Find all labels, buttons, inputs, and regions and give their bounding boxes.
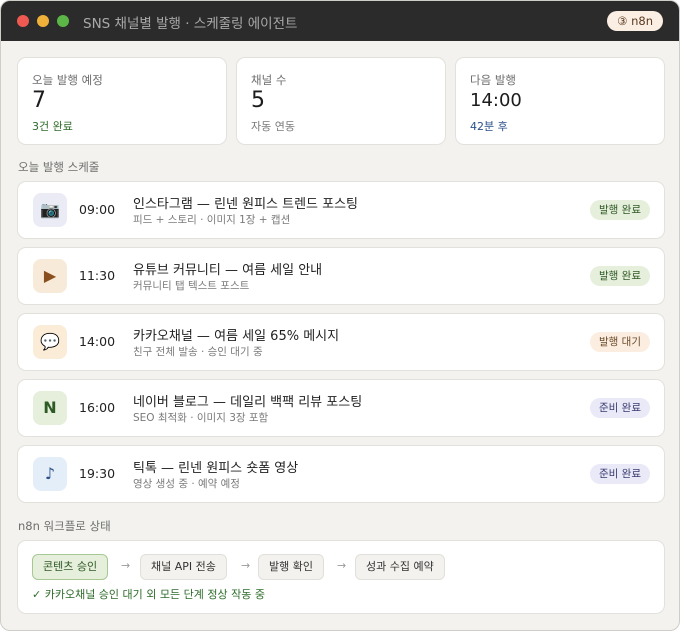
camera-icon: 📷: [33, 193, 67, 227]
schedule-title: 유튜브 커뮤니티 — 여름 세일 안내: [133, 263, 323, 278]
schedule-heading: 오늘 발행 스케줄: [18, 160, 100, 174]
status-badge: 발행 완료: [590, 200, 650, 220]
status-badge: 준비 완료: [590, 464, 650, 484]
stat-label: 채널 수: [251, 73, 287, 87]
schedule-desc: 피드 + 스토리 · 이미지 1장 + 캡션: [133, 214, 291, 226]
app-window: SNS 채널별 발행 · 스케줄링 에이전트 ③ n8n 오늘 발행 예정 7 …: [1, 1, 679, 630]
naver-n-icon: N: [33, 391, 67, 425]
title-bar: SNS 채널별 발행 · 스케줄링 에이전트 ③ n8n: [1, 1, 679, 41]
music-note-icon: ♪: [33, 457, 67, 491]
schedule-time: 11:30: [79, 268, 116, 283]
step-metrics-schedule[interactable]: 성과 수집 예약: [355, 554, 445, 580]
step-channel-api[interactable]: 채널 API 전송: [140, 554, 227, 580]
schedule-row-instagram[interactable]: 📷 09:00 인스타그램 — 린넨 원피스 트렌드 포스팅 피드 + 스토리 …: [17, 181, 665, 239]
schedule-row-naver[interactable]: N 16:00 네이버 블로그 — 데일리 백팩 리뷰 포스팅 SEO 최적화 …: [17, 379, 665, 437]
maximize-window-button[interactable]: [57, 15, 69, 27]
speech-bubble-icon: 💬: [33, 325, 67, 359]
status-badge: 발행 완료: [590, 266, 650, 286]
schedule-row-youtube[interactable]: ▶ 11:30 유튜브 커뮤니티 — 여름 세일 안내 커뮤니티 탭 텍스트 포…: [17, 247, 665, 305]
workflow-panel: 콘텐츠 승인 → 채널 API 전송 → 발행 확인 → 성과 수집 예약 ✓ …: [17, 540, 665, 614]
arrow-icon: →: [337, 559, 347, 572]
stat-sub: 자동 연동: [251, 120, 295, 133]
schedule-desc: 영상 생성 중 · 예약 예정: [133, 478, 240, 490]
stat-value: 14:00: [470, 90, 522, 111]
status-badge: 발행 대기: [590, 332, 650, 352]
minimize-window-button[interactable]: [37, 15, 49, 27]
step-content-approval[interactable]: 콘텐츠 승인: [32, 554, 109, 580]
schedule-desc: 친구 전체 발송 · 승인 대기 중: [133, 346, 263, 358]
schedule-time: 09:00: [79, 202, 116, 217]
schedule-time: 16:00: [79, 400, 116, 415]
schedule-title: 네이버 블로그 — 데일리 백팩 리뷰 포스팅: [133, 395, 363, 410]
schedule-row-tiktok[interactable]: ♪ 19:30 틱톡 — 린넨 원피스 숏폼 영상 영상 생성 중 · 예약 예…: [17, 445, 665, 503]
play-icon: ▶: [33, 259, 67, 293]
schedule-title: 인스타그램 — 린넨 원피스 트렌드 포스팅: [133, 197, 359, 212]
status-badge: 준비 완료: [590, 398, 650, 418]
stat-sub: 3건 완료: [32, 120, 73, 133]
schedule-desc: 커뮤니티 탭 텍스트 포스트: [133, 280, 250, 292]
workflow-status: ✓ 카카오채널 승인 대기 외 모든 단계 정상 작동 중: [32, 588, 265, 601]
stat-value: 7: [32, 88, 46, 113]
arrow-icon: →: [121, 559, 131, 572]
schedule-row-kakao[interactable]: 💬 14:00 카카오채널 — 여름 세일 65% 메시지 친구 전체 발송 ·…: [17, 313, 665, 371]
arrow-icon: →: [241, 559, 251, 572]
workflow-heading: n8n 워크플로 상태: [18, 519, 111, 533]
step-publish-check[interactable]: 발행 확인: [258, 554, 324, 580]
close-window-button[interactable]: [17, 15, 29, 27]
schedule-title: 카카오채널 — 여름 세일 65% 메시지: [133, 329, 340, 344]
stat-label: 다음 발행: [470, 73, 516, 87]
schedule-title: 틱톡 — 린넨 원피스 숏폼 영상: [133, 461, 299, 476]
stat-value: 5: [251, 88, 265, 113]
stat-card-today: 오늘 발행 예정 7 3건 완료: [17, 57, 227, 145]
stat-label: 오늘 발행 예정: [32, 73, 103, 87]
stat-card-channels: 채널 수 5 자동 연동: [236, 57, 446, 145]
window-title: SNS 채널별 발행 · 스케줄링 에이전트: [83, 16, 298, 32]
schedule-time: 19:30: [79, 466, 116, 481]
stat-sub: 42분 후: [470, 120, 508, 133]
schedule-desc: SEO 최적화 · 이미지 3장 포함: [133, 412, 269, 424]
schedule-time: 14:00: [79, 334, 116, 349]
n8n-badge: ③ n8n: [607, 11, 663, 31]
stat-card-next: 다음 발행 14:00 42분 후: [455, 57, 665, 145]
stats-row: 오늘 발행 예정 7 3건 완료 채널 수 5 자동 연동 다음 발행 14:0…: [17, 57, 665, 145]
